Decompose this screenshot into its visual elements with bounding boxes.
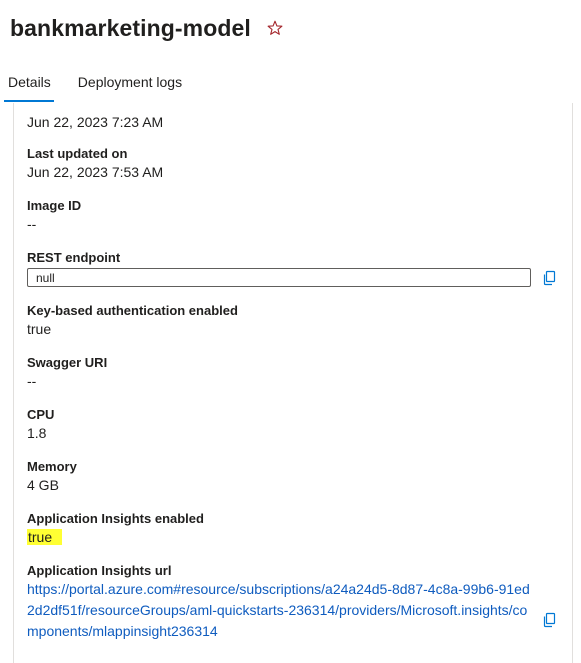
created-on-value: Jun 22, 2023 7:23 AM bbox=[27, 114, 164, 130]
field-swagger-uri: Swagger URI -- bbox=[27, 354, 557, 391]
key-auth-label: Key-based authentication enabled bbox=[27, 303, 238, 318]
rest-endpoint-row bbox=[27, 268, 557, 287]
cpu-label: CPU bbox=[27, 407, 55, 422]
memory-value: 4 GB bbox=[27, 477, 59, 493]
memory-label: Memory bbox=[27, 459, 77, 474]
field-key-auth: Key-based authentication enabled true bbox=[27, 302, 557, 339]
last-updated-value: Jun 22, 2023 7:53 AM bbox=[27, 164, 164, 180]
page-header: bankmarketing-model bbox=[10, 10, 570, 46]
field-app-insights-url: Application Insights url https://portal.… bbox=[27, 562, 557, 642]
app-insights-enabled-value: true bbox=[27, 529, 63, 545]
app-insights-url-row: https://portal.azure.com#resource/subscr… bbox=[27, 579, 557, 642]
page-title: bankmarketing-model bbox=[10, 14, 251, 41]
app-insights-url-link[interactable]: https://portal.azure.com#resource/subscr… bbox=[27, 579, 537, 642]
image-id-value: -- bbox=[27, 216, 37, 232]
copy-icon[interactable] bbox=[541, 612, 557, 628]
rest-endpoint-input[interactable] bbox=[27, 268, 531, 287]
details-panel: Jun 22, 2023 7:23 AM Last updated on Jun… bbox=[13, 103, 573, 663]
image-id-label: Image ID bbox=[27, 198, 82, 213]
field-app-insights-enabled: Application Insights enabled true bbox=[27, 510, 557, 547]
tab-bar: Details Deployment logs bbox=[0, 66, 209, 102]
last-updated-label: Last updated on bbox=[27, 146, 128, 161]
app-insights-enabled-value-row: true bbox=[27, 528, 557, 547]
field-last-updated: Last updated on Jun 22, 2023 7:53 AM bbox=[27, 145, 557, 182]
details-content: Jun 22, 2023 7:23 AM Last updated on Jun… bbox=[27, 112, 557, 657]
cpu-value: 1.8 bbox=[27, 425, 47, 441]
swagger-uri-label: Swagger URI bbox=[27, 355, 108, 370]
field-cpu: CPU 1.8 bbox=[27, 406, 557, 443]
field-rest-endpoint: REST endpoint bbox=[27, 249, 557, 287]
rest-endpoint-label: REST endpoint bbox=[27, 250, 121, 265]
tab-deployment-logs[interactable]: Deployment logs bbox=[78, 66, 182, 102]
tab-details[interactable]: Details bbox=[0, 66, 54, 102]
app-insights-enabled-label: Application Insights enabled bbox=[27, 511, 204, 526]
copy-icon[interactable] bbox=[541, 270, 557, 286]
favorite-star-icon[interactable] bbox=[267, 20, 283, 36]
app-insights-url-label: Application Insights url bbox=[27, 563, 172, 578]
field-image-id: Image ID -- bbox=[27, 197, 557, 234]
field-memory: Memory 4 GB bbox=[27, 458, 557, 495]
key-auth-value: true bbox=[27, 321, 52, 337]
swagger-uri-value: -- bbox=[27, 373, 37, 389]
